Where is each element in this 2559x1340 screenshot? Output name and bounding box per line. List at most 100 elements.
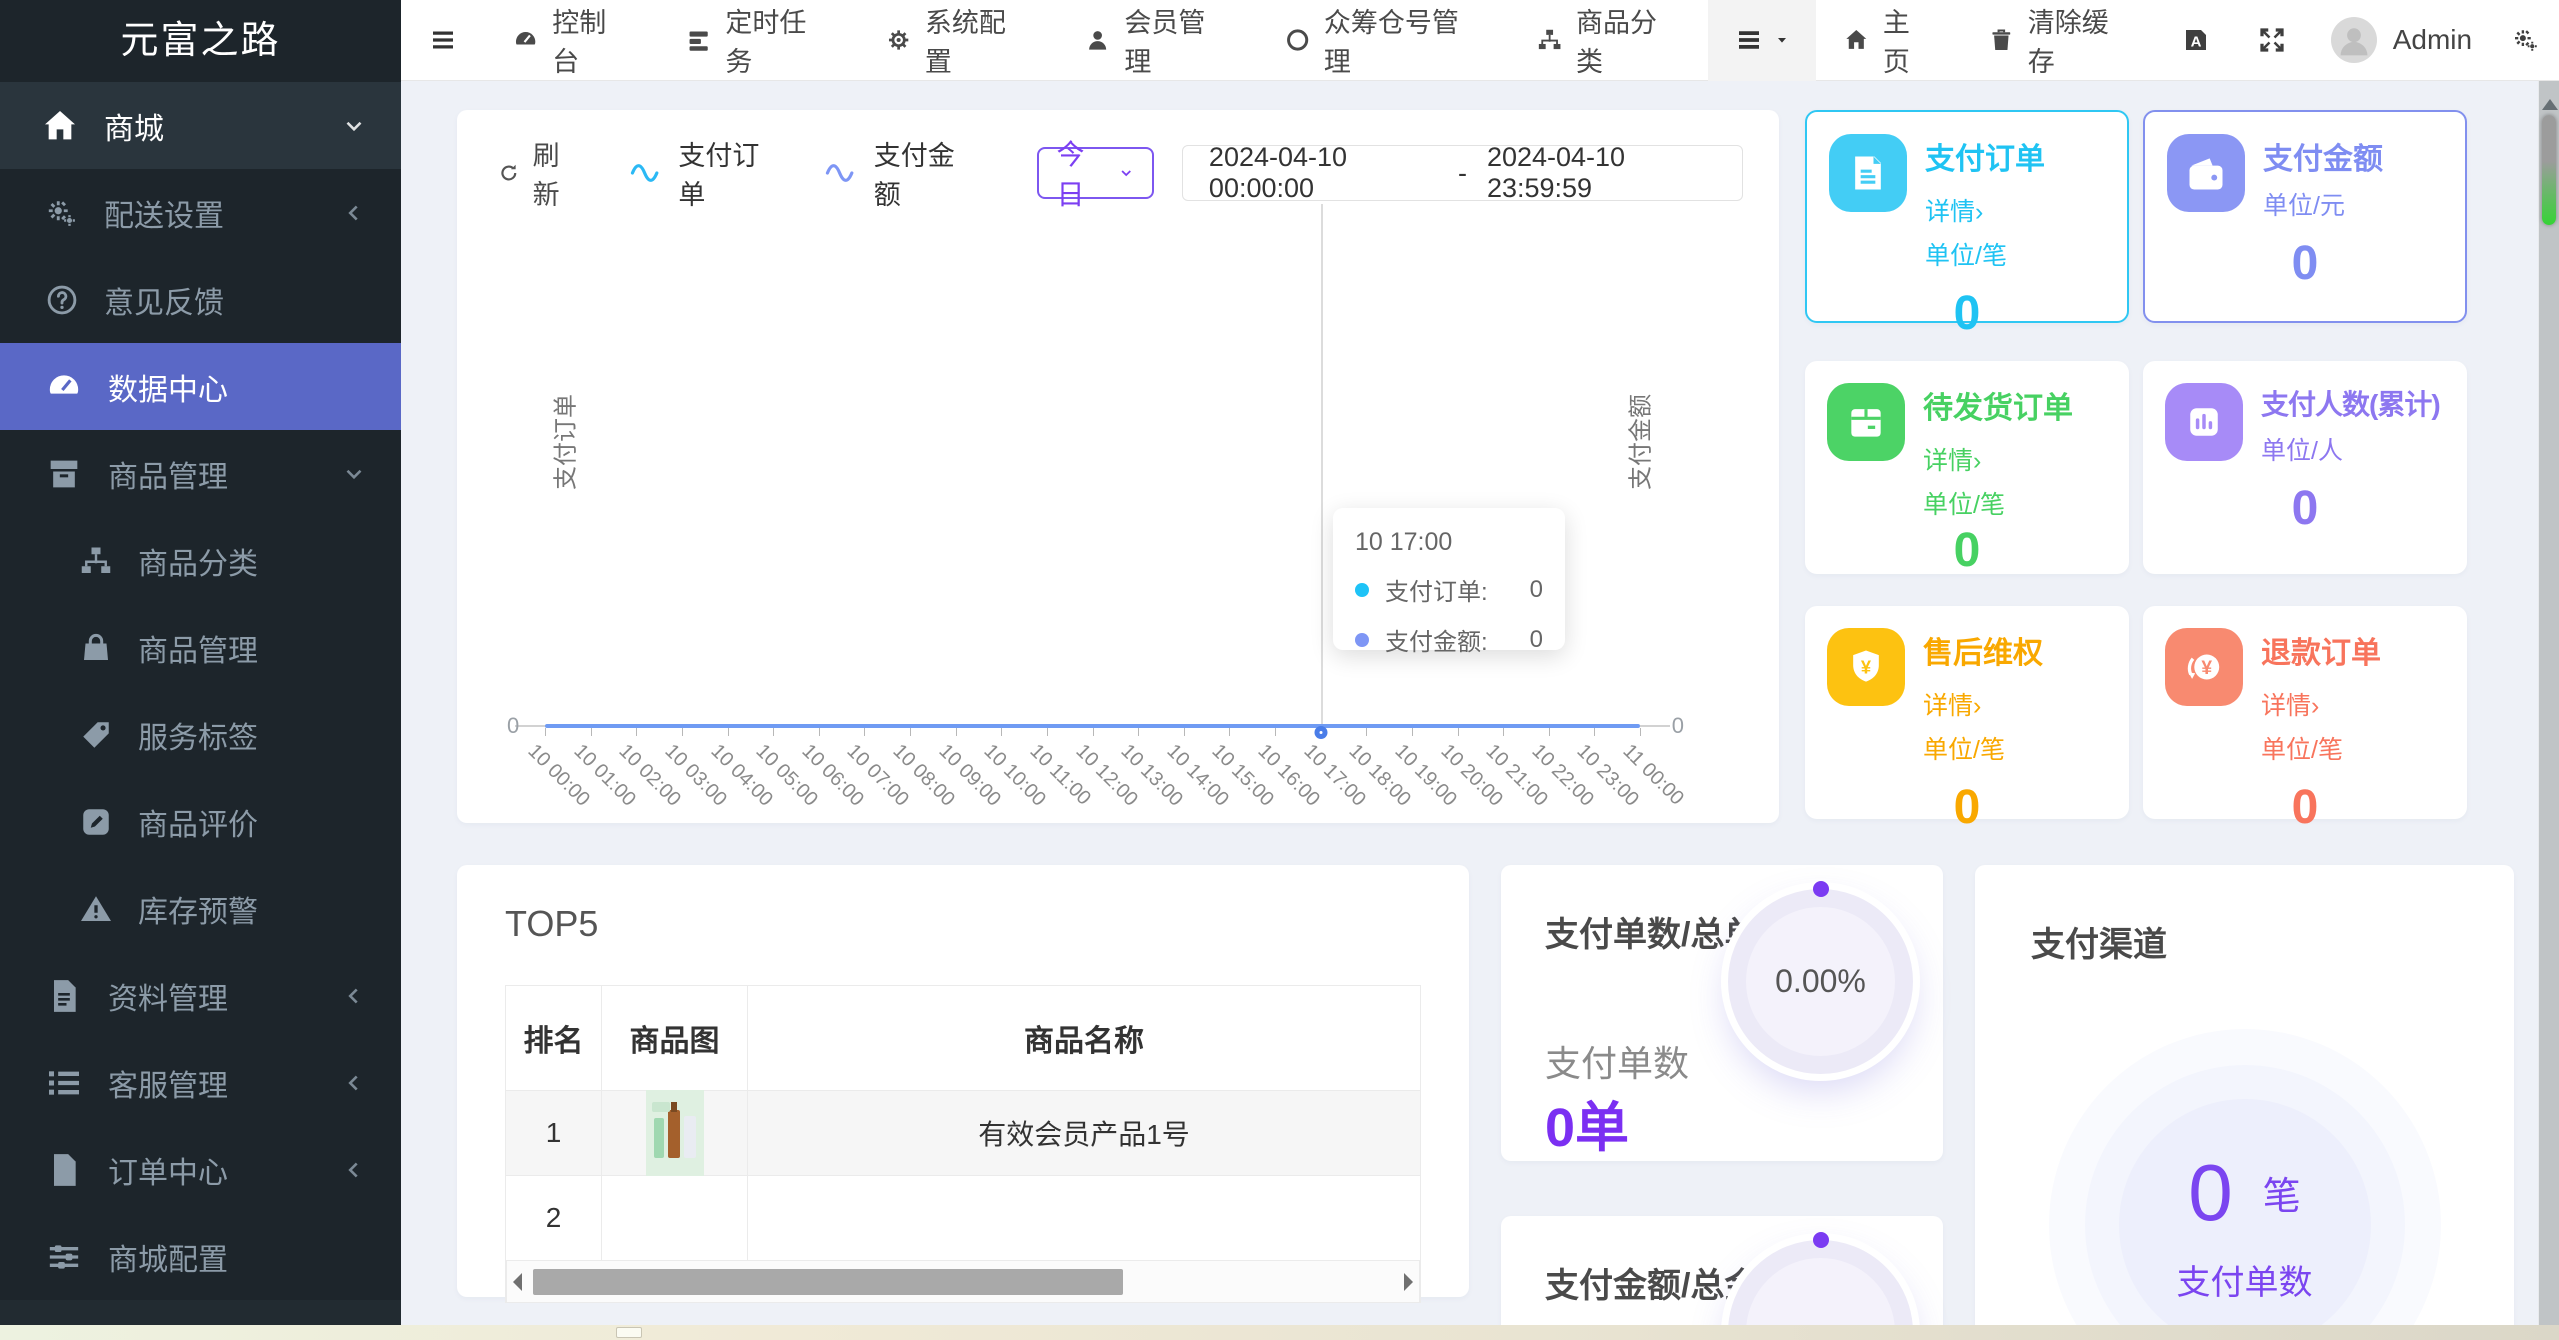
nav-item-clear-cache[interactable]: 清除缓存 [1961, 0, 2158, 81]
nav-item-label: 系统配置 [924, 8, 1006, 77]
highlighted-data-point [1314, 726, 1328, 739]
table-row: 2 [506, 1176, 1420, 1261]
product-image [645, 1090, 704, 1176]
card-title: 支付金额 [2263, 143, 2383, 176]
sidebar-item-feedback[interactable]: 意见反馈 [0, 256, 401, 343]
detail-link[interactable]: 详情› [1925, 192, 1983, 228]
card-title: 待发货订单 [1923, 392, 2073, 425]
nav-item-product-category[interactable]: 商品分类 [1509, 0, 1708, 81]
chevron-left-icon [341, 1157, 367, 1183]
sidebar-item-service-tags[interactable]: 服务标签 [0, 691, 401, 778]
sidebar-item-customer-service[interactable]: 客服管理 [0, 1039, 401, 1126]
edit-icon [78, 804, 114, 840]
wave-icon [630, 160, 667, 186]
legend-pay-orders[interactable]: 支付订单 [630, 134, 777, 212]
refund-yen-icon: ¥ [2165, 628, 2243, 706]
column-header-image: 商品图 [602, 986, 748, 1090]
nav-item-crowdfunding-management[interactable]: 众筹仓号管理 [1257, 0, 1509, 81]
table-horizontal-scrollbar[interactable] [506, 1261, 1420, 1303]
panel-title: 支付渠道 [2031, 926, 2167, 964]
sidebar-item-label: 订单中心 [108, 1156, 228, 1190]
nav-item-home[interactable]: 主页 [1816, 0, 1961, 81]
sidebar-toggle-button[interactable] [401, 0, 485, 81]
rank-cell: 1 [506, 1091, 602, 1175]
channel-value: 0 [2188, 1147, 2233, 1237]
language-button[interactable]: A [2158, 0, 2235, 81]
refresh-button[interactable]: 刷新 [497, 134, 582, 212]
table-header-row: 排名 商品图 商品名称 [506, 986, 1420, 1091]
svg-text:A: A [2190, 33, 2201, 50]
rank-cell: 2 [506, 1176, 602, 1260]
ratio-label: 支付单数 [1545, 1043, 1690, 1084]
scrollbar-thumb[interactable] [2542, 115, 2556, 225]
card-unit: 单位/笔 [1925, 242, 2007, 270]
donut-marker-dot [1812, 1232, 1829, 1248]
nav-menu-dropdown[interactable] [1708, 0, 1817, 81]
chevron-left-icon [341, 200, 367, 226]
sidebar-item-mall-config[interactable]: 商城配置 [0, 1213, 401, 1300]
fullscreen-button[interactable] [2234, 0, 2311, 81]
sidebar-item-stock-alert[interactable]: 库存预警 [0, 865, 401, 952]
card-value: 0 [1953, 524, 1981, 577]
sitemap-icon [1536, 26, 1563, 54]
nav-item-console[interactable]: 控制台 [485, 0, 658, 81]
nav-item-label: 主页 [1882, 8, 1910, 77]
sidebar-item-material-management[interactable]: 资料管理 [0, 952, 401, 1039]
date-range-picker[interactable]: 2024-04-10 00:00:00 - 2024-04-10 23:59:5… [1181, 142, 1743, 203]
top5-panel: TOP5 排名 商品图 商品名称 1 有效会员产品1号 2 [457, 865, 1469, 1303]
period-select[interactable]: 今日 [1036, 139, 1154, 210]
scroll-up-arrow-icon[interactable] [2542, 91, 2558, 110]
sidebar-item-product-reviews[interactable]: 商品评价 [0, 778, 401, 865]
pay-count-ratio-panel: 支付单数/总单数 0.00% 支付单数 0单 [1501, 865, 1943, 1161]
series-dot-icon [1355, 632, 1369, 647]
ratio-value: 0单 [1545, 1098, 1630, 1158]
donut-marker-dot [1812, 881, 1829, 897]
sitemap-icon [78, 543, 114, 579]
sidebar-item-label: 商城配置 [108, 1243, 228, 1277]
scrollbar-thumb[interactable] [616, 1327, 642, 1338]
sidebar-item-order-center[interactable]: 订单中心 [0, 1126, 401, 1213]
legend-pay-amount[interactable]: 支付金额 [825, 134, 972, 212]
donut-chart [1728, 1232, 1913, 1325]
name-cell: 有效会员产品1号 [978, 1119, 1190, 1150]
question-icon [44, 282, 80, 318]
sidebar-item-mall[interactable]: 商城 [0, 82, 401, 169]
nav-item-label: 商品分类 [1576, 8, 1658, 77]
refresh-label: 刷新 [532, 141, 560, 210]
user-name: Admin [2392, 24, 2473, 55]
scroll-right-arrow-icon[interactable] [1404, 1273, 1413, 1291]
detail-link[interactable]: 详情› [1923, 686, 1981, 722]
nav-item-label: 众筹仓号管理 [1323, 8, 1459, 77]
sidebar-item-label: 资料管理 [108, 982, 228, 1016]
wave-icon [825, 160, 862, 186]
sidebar-item-product-category[interactable]: 商品分类 [0, 517, 401, 604]
sidebar-item-data-center[interactable]: 数据中心 [0, 343, 401, 430]
stat-card-refund-orders: ¥ 退款订单 详情› 单位/笔 0 [2143, 606, 2467, 834]
fullscreen-icon [2257, 25, 2287, 55]
sidebar-item-product-management[interactable]: 商品管理 [0, 604, 401, 691]
horizontal-scrollbar[interactable] [0, 1325, 2559, 1340]
detail-link[interactable]: 详情› [1923, 441, 1981, 477]
nav-item-system-config[interactable]: 系统配置 [858, 0, 1057, 81]
scrollbar-thumb[interactable] [533, 1269, 1123, 1295]
detail-link[interactable]: 详情› [2261, 686, 2319, 722]
sidebar-item-delivery-settings[interactable]: 配送设置 [0, 169, 401, 256]
trash-icon [1988, 26, 2015, 54]
y-axis-tick-left: 0 [507, 713, 520, 738]
user-icon [1084, 26, 1111, 54]
nav-item-member-management[interactable]: 会员管理 [1057, 0, 1256, 81]
scroll-left-arrow-icon[interactable] [513, 1273, 522, 1291]
image-cell [602, 1090, 748, 1176]
tooltip-row: 支付订单: 0 [1355, 572, 1543, 607]
shield-yen-icon: ¥ [1827, 628, 1905, 706]
stat-card-pay-amount: 支付金额 单位/元 0 [2143, 110, 2467, 323]
user-menu[interactable]: Admin [2311, 17, 2492, 63]
nav-item-scheduled-tasks[interactable]: 定时任务 [658, 0, 857, 81]
bar-chart-icon [2165, 383, 2243, 461]
vertical-scrollbar[interactable] [2538, 81, 2559, 1325]
sidebar-item-product-management-parent[interactable]: 商品管理 [0, 430, 401, 517]
donut-ring [1728, 1240, 1913, 1325]
name-cell [748, 1176, 1420, 1260]
chevron-left-icon [341, 1070, 367, 1096]
settings-button[interactable] [2492, 0, 2559, 81]
